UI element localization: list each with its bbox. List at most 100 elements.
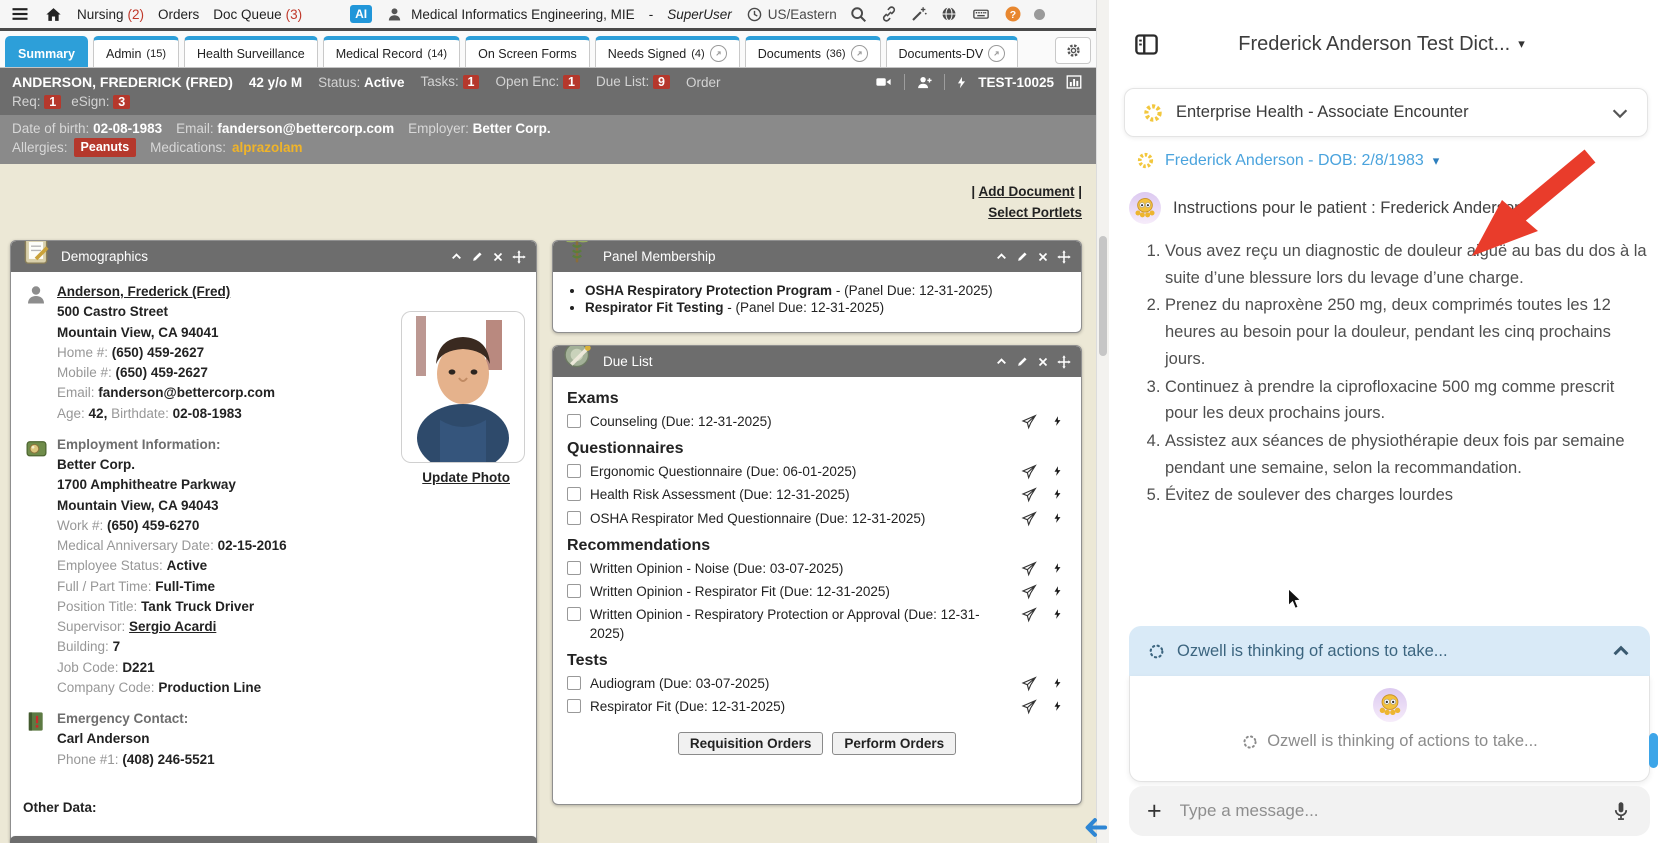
home-icon[interactable] — [44, 5, 63, 24]
tab-medical-record[interactable]: Medical Record(14) — [323, 36, 460, 67]
move-icon[interactable] — [512, 250, 526, 264]
keyboard-icon[interactable] — [970, 5, 992, 23]
close-icon[interactable] — [492, 251, 504, 263]
bolt-icon[interactable] — [1052, 464, 1063, 478]
tab-needs-signed[interactable]: Needs Signed(4) — [595, 36, 740, 67]
bolt-icon[interactable] — [1052, 561, 1063, 575]
checkbox[interactable] — [567, 676, 581, 690]
checkbox[interactable] — [567, 487, 581, 501]
ehr-scrollbar-thumb[interactable] — [1099, 236, 1107, 356]
patient-name[interactable]: ANDERSON, FREDERICK (FRED) — [12, 74, 233, 90]
send-icon[interactable] — [1021, 676, 1037, 692]
patient-name-link[interactable]: Anderson, Frederick (Fred) — [57, 284, 230, 299]
ehr-scrollbar[interactable] — [1096, 0, 1109, 843]
popout-icon[interactable] — [851, 45, 868, 62]
ai-badge[interactable]: AI — [350, 5, 372, 23]
link-icon[interactable] — [880, 5, 898, 23]
tab-settings-button[interactable] — [1055, 37, 1091, 64]
nav-nursing[interactable]: Nursing(2) — [77, 7, 144, 22]
send-icon[interactable] — [1021, 699, 1037, 715]
nav-doc-queue[interactable]: Doc Queue(3) — [213, 7, 302, 22]
panel-toggle-icon[interactable] — [1133, 31, 1160, 58]
panel-membership-header[interactable]: Panel Membership — [553, 241, 1081, 272]
checkbox[interactable] — [567, 511, 581, 525]
add-person-icon[interactable] — [915, 74, 934, 91]
move-icon[interactable] — [1057, 250, 1071, 264]
order-link[interactable]: Order — [686, 75, 721, 90]
wand-icon[interactable] — [910, 5, 928, 23]
demographics-portlet-header[interactable]: Demographics — [11, 241, 536, 272]
checkbox[interactable] — [567, 584, 581, 598]
send-icon[interactable] — [1021, 584, 1037, 600]
send-icon[interactable] — [1021, 487, 1037, 503]
due-list-link[interactable]: Due List: 9 — [596, 74, 670, 91]
globe-icon[interactable] — [940, 5, 958, 23]
ozwell-logo[interactable] — [1603, 22, 1647, 66]
tab-documents-dv[interactable]: Documents-DV — [886, 36, 1019, 67]
thinking-panel-header[interactable]: Ozwell is thinking of actions to take... — [1129, 626, 1650, 676]
checkbox[interactable] — [567, 464, 581, 478]
popout-icon[interactable] — [988, 45, 1005, 62]
bolt-icon[interactable] — [1052, 414, 1063, 428]
chat-scrollbar-thumb[interactable] — [1649, 733, 1658, 768]
close-icon[interactable] — [1037, 251, 1049, 263]
send-icon[interactable] — [1021, 511, 1037, 527]
chat-title-dropdown[interactable]: Frederick Anderson Test Dict... ▾ — [1160, 33, 1603, 56]
chevron-up-icon[interactable] — [1610, 640, 1632, 662]
checkbox[interactable] — [567, 607, 581, 621]
message-input-bar[interactable]: + Type a message... — [1129, 786, 1650, 836]
req-link[interactable]: Req: 1 — [12, 94, 61, 111]
checkbox[interactable] — [567, 699, 581, 713]
timezone-label[interactable]: US/Eastern — [768, 7, 837, 22]
medication-link[interactable]: alprazolam — [232, 140, 303, 155]
nav-orders[interactable]: Orders — [158, 7, 199, 22]
chart-stats-icon[interactable] — [1064, 73, 1084, 91]
esign-link[interactable]: eSign: 3 — [71, 94, 130, 111]
send-icon[interactable] — [1021, 561, 1037, 577]
bolt-icon[interactable] — [955, 75, 968, 90]
menu-icon[interactable] — [10, 4, 30, 24]
send-icon[interactable] — [1021, 464, 1037, 480]
patient-context-dropdown[interactable]: Frederick Anderson - DOB: 2/8/1983 ▾ — [1135, 150, 1663, 171]
video-visit-icon[interactable] — [873, 73, 894, 91]
bolt-icon[interactable] — [1052, 699, 1063, 713]
supervisor-link[interactable]: Sergio Acardi — [129, 619, 216, 634]
bolt-icon[interactable] — [1052, 511, 1063, 525]
chart-id[interactable]: TEST-10025 — [978, 75, 1054, 90]
bolt-icon[interactable] — [1052, 676, 1063, 690]
popout-icon[interactable] — [710, 45, 727, 62]
edit-icon[interactable] — [471, 250, 484, 263]
add-document-link[interactable]: | Add Document | — [971, 182, 1082, 203]
microphone-icon[interactable] — [1610, 799, 1632, 823]
message-input[interactable]: Type a message... — [1180, 801, 1592, 821]
collapse-icon[interactable] — [995, 355, 1008, 368]
tab-admin[interactable]: Admin(15) — [93, 36, 179, 67]
tab-summary[interactable]: Summary — [5, 36, 88, 67]
edit-icon[interactable] — [1016, 250, 1029, 263]
send-icon[interactable] — [1021, 607, 1037, 623]
requisition-orders-button[interactable]: Requisition Orders — [678, 732, 824, 755]
search-icon[interactable] — [849, 5, 868, 24]
checkbox[interactable] — [567, 414, 581, 428]
encounter-selector[interactable]: Enterprise Health - Associate Encounter — [1124, 88, 1648, 137]
collapse-icon[interactable] — [995, 250, 1008, 263]
move-icon[interactable] — [1057, 355, 1071, 369]
checkbox[interactable] — [567, 561, 581, 575]
attach-plus-button[interactable]: + — [1147, 799, 1162, 824]
bolt-icon[interactable] — [1052, 607, 1063, 621]
due-list-header[interactable]: Due List — [553, 346, 1081, 377]
edit-icon[interactable] — [1016, 355, 1029, 368]
perform-orders-button[interactable]: Perform Orders — [832, 732, 956, 755]
help-icon[interactable] — [1004, 5, 1022, 23]
collapse-icon[interactable] — [450, 250, 463, 263]
bolt-icon[interactable] — [1052, 487, 1063, 501]
tab-health-surveillance[interactable]: Health Surveillance — [184, 36, 318, 67]
select-portlets-link[interactable]: Select Portlets — [971, 203, 1082, 224]
tab-on-screen-forms[interactable]: On Screen Forms — [465, 36, 590, 67]
open-enc-link[interactable]: Open Enc: 1 — [495, 74, 580, 91]
allergy-badge[interactable]: Peanuts — [74, 138, 137, 157]
send-icon[interactable] — [1021, 414, 1037, 430]
tasks-link[interactable]: Tasks: 1 — [421, 74, 480, 91]
collapse-panel-arrow-icon[interactable] — [1082, 814, 1109, 841]
close-icon[interactable] — [1037, 356, 1049, 368]
